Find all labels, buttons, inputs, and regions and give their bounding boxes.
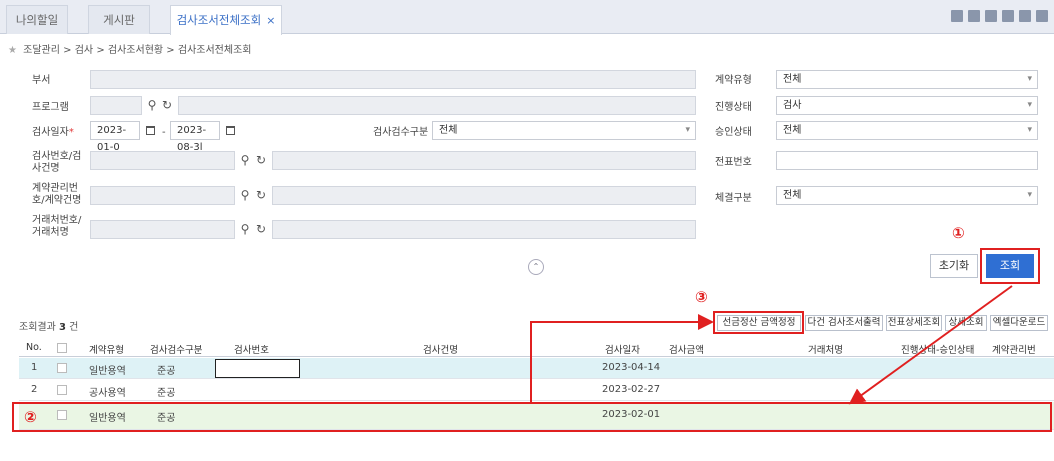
arrow-row-to-action (530, 314, 714, 402)
annotation-arrows (530, 285, 1013, 405)
arrow-search-to-row (848, 285, 1013, 405)
